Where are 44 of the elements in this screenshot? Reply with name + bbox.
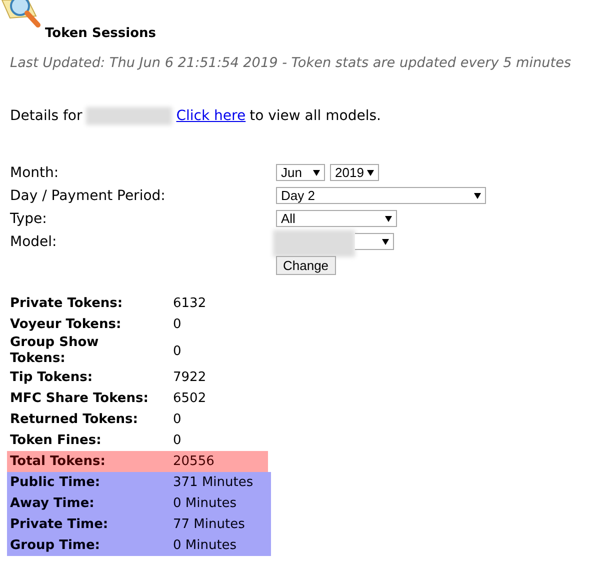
stat-value: 0	[173, 317, 182, 332]
stat-label: MFC Share Tokens:	[10, 390, 150, 406]
form-label: Day / Payment Period:	[9, 188, 166, 204]
caret-icon	[474, 192, 481, 198]
stat-value: 0	[173, 433, 182, 448]
form-label: Model:	[9, 234, 58, 250]
stat-label: Group Show Tokens:	[10, 335, 100, 367]
view-all-models-link[interactable]: Click here	[176, 108, 246, 124]
dropdown[interactable]: 2019	[330, 164, 379, 181]
page-title: Token Sessions	[45, 26, 156, 41]
caret-icon	[367, 170, 374, 176]
stat-value: 0 Minutes	[173, 496, 237, 511]
stat-label: Token Fines:	[10, 432, 102, 448]
stat-value: 7922	[173, 370, 206, 385]
stat-label: Private Tokens:	[10, 296, 124, 312]
dropdown[interactable]: Jun	[276, 164, 325, 181]
stat-label: Returned Tokens:	[10, 412, 139, 428]
stat-value: 0	[173, 412, 182, 427]
stat-value: 371 Minutes	[173, 475, 254, 490]
stat-label: Voyeur Tokens:	[10, 316, 122, 332]
details-label: Details for	[10, 108, 82, 124]
form-label: Month:	[9, 164, 60, 180]
stat-value: 20556	[173, 454, 214, 469]
stat-value: 6502	[173, 391, 206, 406]
stat-label: Group Time:	[10, 538, 101, 554]
stat-value: 0	[173, 344, 182, 358]
last-updated-text: Last Updated: Thu Jun 6 21:51:54 2019 - Token stats are updated every 5 minutes	[10, 55, 572, 71]
stat-label: Away Time:	[10, 496, 96, 512]
details-suffix: to view all models.	[250, 108, 381, 124]
stat-value: 77 Minutes	[173, 517, 245, 532]
stat-value: 6132	[173, 296, 206, 311]
caret-icon	[382, 238, 389, 244]
caret-icon	[313, 170, 320, 176]
dropdown[interactable]: Day 2	[276, 187, 486, 204]
stat-label: Tip Tokens:	[10, 370, 94, 386]
stat-label: Public Time:	[10, 474, 102, 490]
change-button[interactable]: Change	[276, 256, 336, 275]
stat-label: Private Time:	[10, 516, 110, 532]
caret-icon	[385, 216, 392, 222]
dropdown[interactable]: All	[276, 210, 397, 227]
dropdown[interactable]	[355, 233, 394, 250]
stat-label: Total Tokens:	[10, 454, 106, 470]
form-label: Type:	[9, 210, 48, 226]
stat-value: 0 Minutes	[173, 538, 237, 553]
